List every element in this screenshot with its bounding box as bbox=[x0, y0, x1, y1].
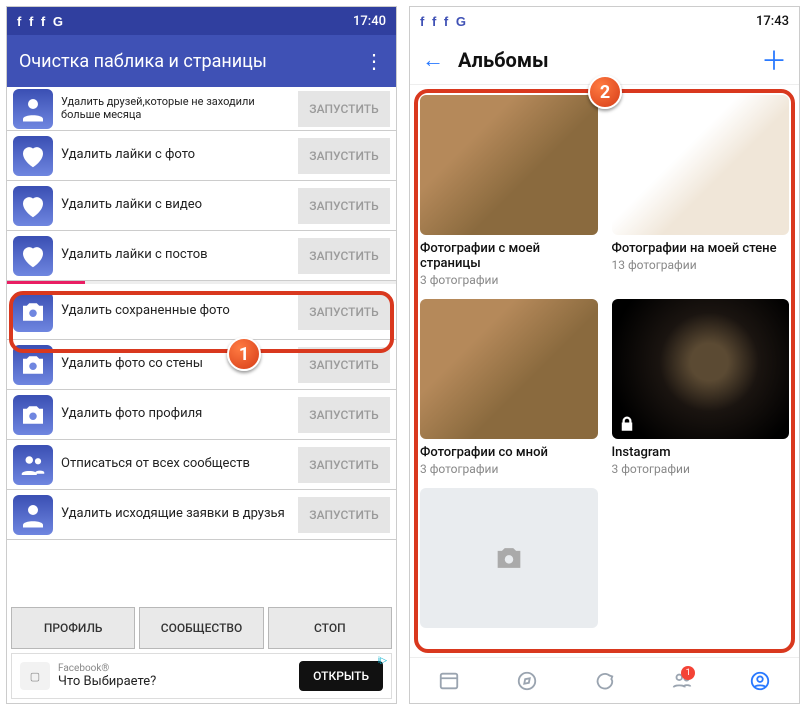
bottom-bar: ПРОФИЛЬ СООБЩЕСТВО СТОП bbox=[11, 607, 392, 649]
row-label: Удалить лайки с фото bbox=[61, 148, 290, 163]
album-item[interactable]: Фотографии с моей страницы 3 фотографии bbox=[420, 95, 598, 287]
album-item-empty[interactable] bbox=[420, 488, 598, 628]
nav-messages-icon[interactable] bbox=[566, 658, 644, 703]
bottom-nav: 1 bbox=[410, 657, 799, 703]
list-item[interactable]: Удалить лайки с постов ЗАПУСТИТЬ bbox=[7, 231, 396, 281]
album-item[interactable]: Фотографии на моей стене 13 фотографии bbox=[612, 95, 790, 287]
album-thumb bbox=[612, 299, 790, 439]
run-button[interactable]: ЗАПУСТИТЬ bbox=[298, 447, 390, 483]
more-icon[interactable]: ⋮ bbox=[364, 49, 384, 73]
ad-text: Facebook® Что Выбираете? bbox=[58, 663, 291, 689]
ad-brand: Facebook® bbox=[58, 663, 291, 674]
run-button[interactable]: ЗАПУСТИТЬ bbox=[298, 238, 390, 274]
run-button[interactable]: ЗАПУСТИТЬ bbox=[298, 188, 390, 224]
heart-icon bbox=[13, 186, 53, 226]
run-button[interactable]: ЗАПУСТИТЬ bbox=[298, 397, 390, 433]
run-button[interactable]: ЗАПУСТИТЬ bbox=[298, 497, 390, 533]
progress-bar bbox=[7, 281, 396, 284]
nav-news-icon[interactable] bbox=[410, 658, 488, 703]
people-icon bbox=[13, 445, 53, 485]
ad-icon: ▢ bbox=[20, 662, 50, 690]
list-item[interactable]: Удалить лайки с фото ЗАПУСТИТЬ bbox=[7, 131, 396, 181]
annotation-badge-2: 2 bbox=[588, 75, 622, 109]
community-button[interactable]: СООБЩЕСТВО bbox=[139, 607, 263, 649]
album-thumb bbox=[420, 488, 598, 628]
album-name: Фотографии с моей страницы bbox=[420, 241, 598, 271]
run-button[interactable]: ЗАПУСТИТЬ bbox=[298, 138, 390, 174]
nav-profile-icon[interactable] bbox=[721, 658, 799, 703]
page-title: Альбомы bbox=[458, 48, 747, 72]
list-item[interactable]: Удалить исходящие заявки в друзья ЗАПУСТ… bbox=[7, 490, 396, 540]
stop-button[interactable]: СТОП bbox=[268, 607, 392, 649]
album-count: 3 фотографии bbox=[420, 273, 598, 287]
album-count: 3 фотографии bbox=[420, 462, 598, 476]
heart-icon bbox=[13, 136, 53, 176]
status-time: 17:40 bbox=[353, 14, 386, 29]
camera-icon bbox=[13, 345, 53, 385]
annotation-badge-1: 1 bbox=[227, 337, 261, 371]
add-icon[interactable]: ＋ bbox=[761, 41, 787, 78]
profile-button[interactable]: ПРОФИЛЬ bbox=[11, 607, 135, 649]
back-icon[interactable]: ← bbox=[422, 47, 444, 73]
run-button[interactable]: ЗАПУСТИТЬ bbox=[298, 347, 390, 383]
list-item[interactable]: Отписаться от всех сообществ ЗАПУСТИТЬ bbox=[7, 440, 396, 490]
heart-icon bbox=[13, 236, 53, 276]
nav-friends-icon[interactable]: 1 bbox=[643, 658, 721, 703]
album-count: 3 фотографии bbox=[612, 462, 790, 476]
album-item[interactable]: Instagram 3 фотографии bbox=[612, 299, 790, 476]
album-thumb bbox=[420, 299, 598, 439]
row-label: Удалить сохраненные фото bbox=[61, 304, 290, 319]
camera-icon bbox=[492, 541, 526, 575]
status-icons: f f f G bbox=[420, 14, 468, 29]
status-icons: f f f G bbox=[17, 14, 65, 29]
row-label: Отписаться от всех сообществ bbox=[61, 457, 290, 472]
list-item[interactable]: Удалить фото профиля ЗАПУСТИТЬ bbox=[7, 390, 396, 440]
camera-icon bbox=[13, 292, 53, 332]
row-label: Удалить исходящие заявки в друзья bbox=[61, 507, 290, 522]
album-name: Фотографии на моей стене bbox=[612, 241, 790, 256]
camera-icon bbox=[13, 395, 53, 435]
person-icon bbox=[13, 495, 53, 535]
album-thumb bbox=[612, 95, 790, 235]
album-name: Instagram bbox=[612, 445, 790, 460]
adchoices-icon[interactable]: i▷ bbox=[378, 656, 387, 666]
action-list: Удалить друзей,которые не заходили больш… bbox=[7, 87, 396, 540]
nav-discover-icon[interactable] bbox=[488, 658, 566, 703]
row-label: Удалить лайки с постов bbox=[61, 248, 290, 263]
row-label: Удалить друзей,которые не заходили больш… bbox=[61, 96, 290, 121]
list-item[interactable]: Удалить лайки с видео ЗАПУСТИТЬ bbox=[7, 181, 396, 231]
person-icon bbox=[13, 89, 53, 129]
list-item[interactable]: Удалить фото со стены ЗАПУСТИТЬ bbox=[7, 340, 396, 390]
album-name: Фотографии со мной bbox=[420, 445, 598, 460]
ad-open-button[interactable]: ОТКРЫТЬ bbox=[299, 661, 383, 691]
app-bar: Очистка паблика и страницы ⋮ bbox=[7, 35, 396, 87]
album-grid: Фотографии с моей страницы 3 фотографии … bbox=[410, 85, 799, 638]
album-thumb bbox=[420, 95, 598, 235]
run-button[interactable]: ЗАПУСТИТЬ bbox=[298, 294, 390, 330]
row-label: Удалить фото профиля bbox=[61, 407, 290, 422]
list-item[interactable]: Удалить друзей,которые не заходили больш… bbox=[7, 87, 396, 131]
ad-banner[interactable]: ▢ Facebook® Что Выбираете? ОТКРЫТЬ i▷ bbox=[11, 653, 392, 699]
page-title: Очистка паблика и страницы bbox=[19, 51, 267, 72]
row-label: Удалить лайки с видео bbox=[61, 198, 290, 213]
album-count: 13 фотографии bbox=[612, 258, 790, 272]
run-button[interactable]: ЗАПУСТИТЬ bbox=[298, 91, 390, 127]
status-bar: f f f G 17:40 bbox=[7, 7, 396, 35]
status-bar: f f f G 17:43 bbox=[410, 7, 799, 35]
status-time: 17:43 bbox=[756, 14, 789, 29]
album-item[interactable]: Фотографии со мной 3 фотографии bbox=[420, 299, 598, 476]
lock-icon bbox=[618, 415, 636, 433]
list-item[interactable]: Удалить сохраненные фото ЗАПУСТИТЬ bbox=[7, 284, 396, 340]
ad-line: Что Выбираете? bbox=[58, 674, 291, 689]
